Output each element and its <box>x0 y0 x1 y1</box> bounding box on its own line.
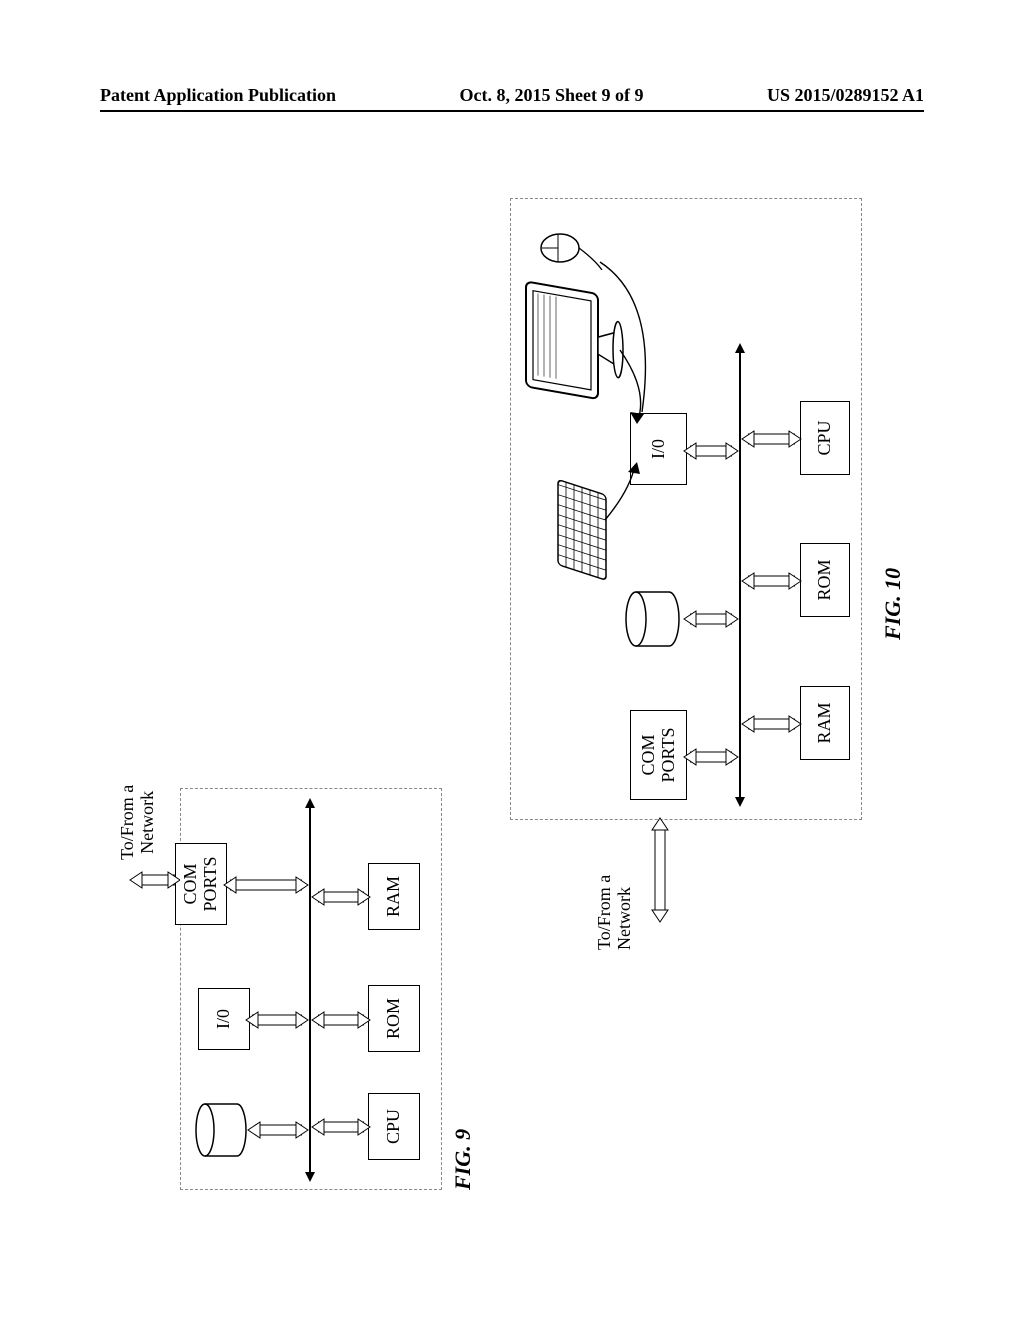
fig9-ram-label: RAM <box>384 876 404 917</box>
fig10-network-arrow <box>640 810 680 930</box>
fig10-rom-box: ROM <box>800 543 850 617</box>
fig9-cpu-box: CPU <box>368 1093 420 1160</box>
fig10-io-label: I/0 <box>649 439 669 459</box>
fig10-comports-label: COM PORTS <box>639 728 679 783</box>
fig9-rom-label: ROM <box>384 998 404 1039</box>
header-center: Oct. 8, 2015 Sheet 9 of 9 <box>460 85 644 106</box>
fig9-io-label: I/0 <box>214 1009 234 1029</box>
fig9-comports-box: COM PORTS <box>175 843 227 925</box>
header-rule <box>100 110 924 112</box>
fig9-network-label: To/From a Network <box>118 785 158 860</box>
fig10-cpu-label: CPU <box>815 421 835 456</box>
fig9-cpu-label: CPU <box>384 1109 404 1144</box>
fig10-ram-label: RAM <box>815 703 835 744</box>
fig10-caption: FIG. 10 <box>880 568 906 640</box>
fig10-comports-box: COM PORTS <box>630 710 687 800</box>
fig10-io-box: I/0 <box>630 413 687 485</box>
fig10-rom-label: ROM <box>815 560 835 601</box>
fig9-caption: FIG. 9 <box>450 1129 476 1190</box>
fig9-rom-box: ROM <box>368 985 420 1052</box>
fig10-network-label: To/From a Network <box>595 875 635 950</box>
fig10-cpu-box: CPU <box>800 401 850 475</box>
fig10-ram-box: RAM <box>800 686 850 760</box>
fig9-comports-label: COM PORTS <box>181 857 221 912</box>
header-left: Patent Application Publication <box>100 85 336 106</box>
fig9-ram-box: RAM <box>368 863 420 930</box>
fig9-io-box: I/0 <box>198 988 250 1050</box>
header-right: US 2015/0289152 A1 <box>767 85 924 106</box>
